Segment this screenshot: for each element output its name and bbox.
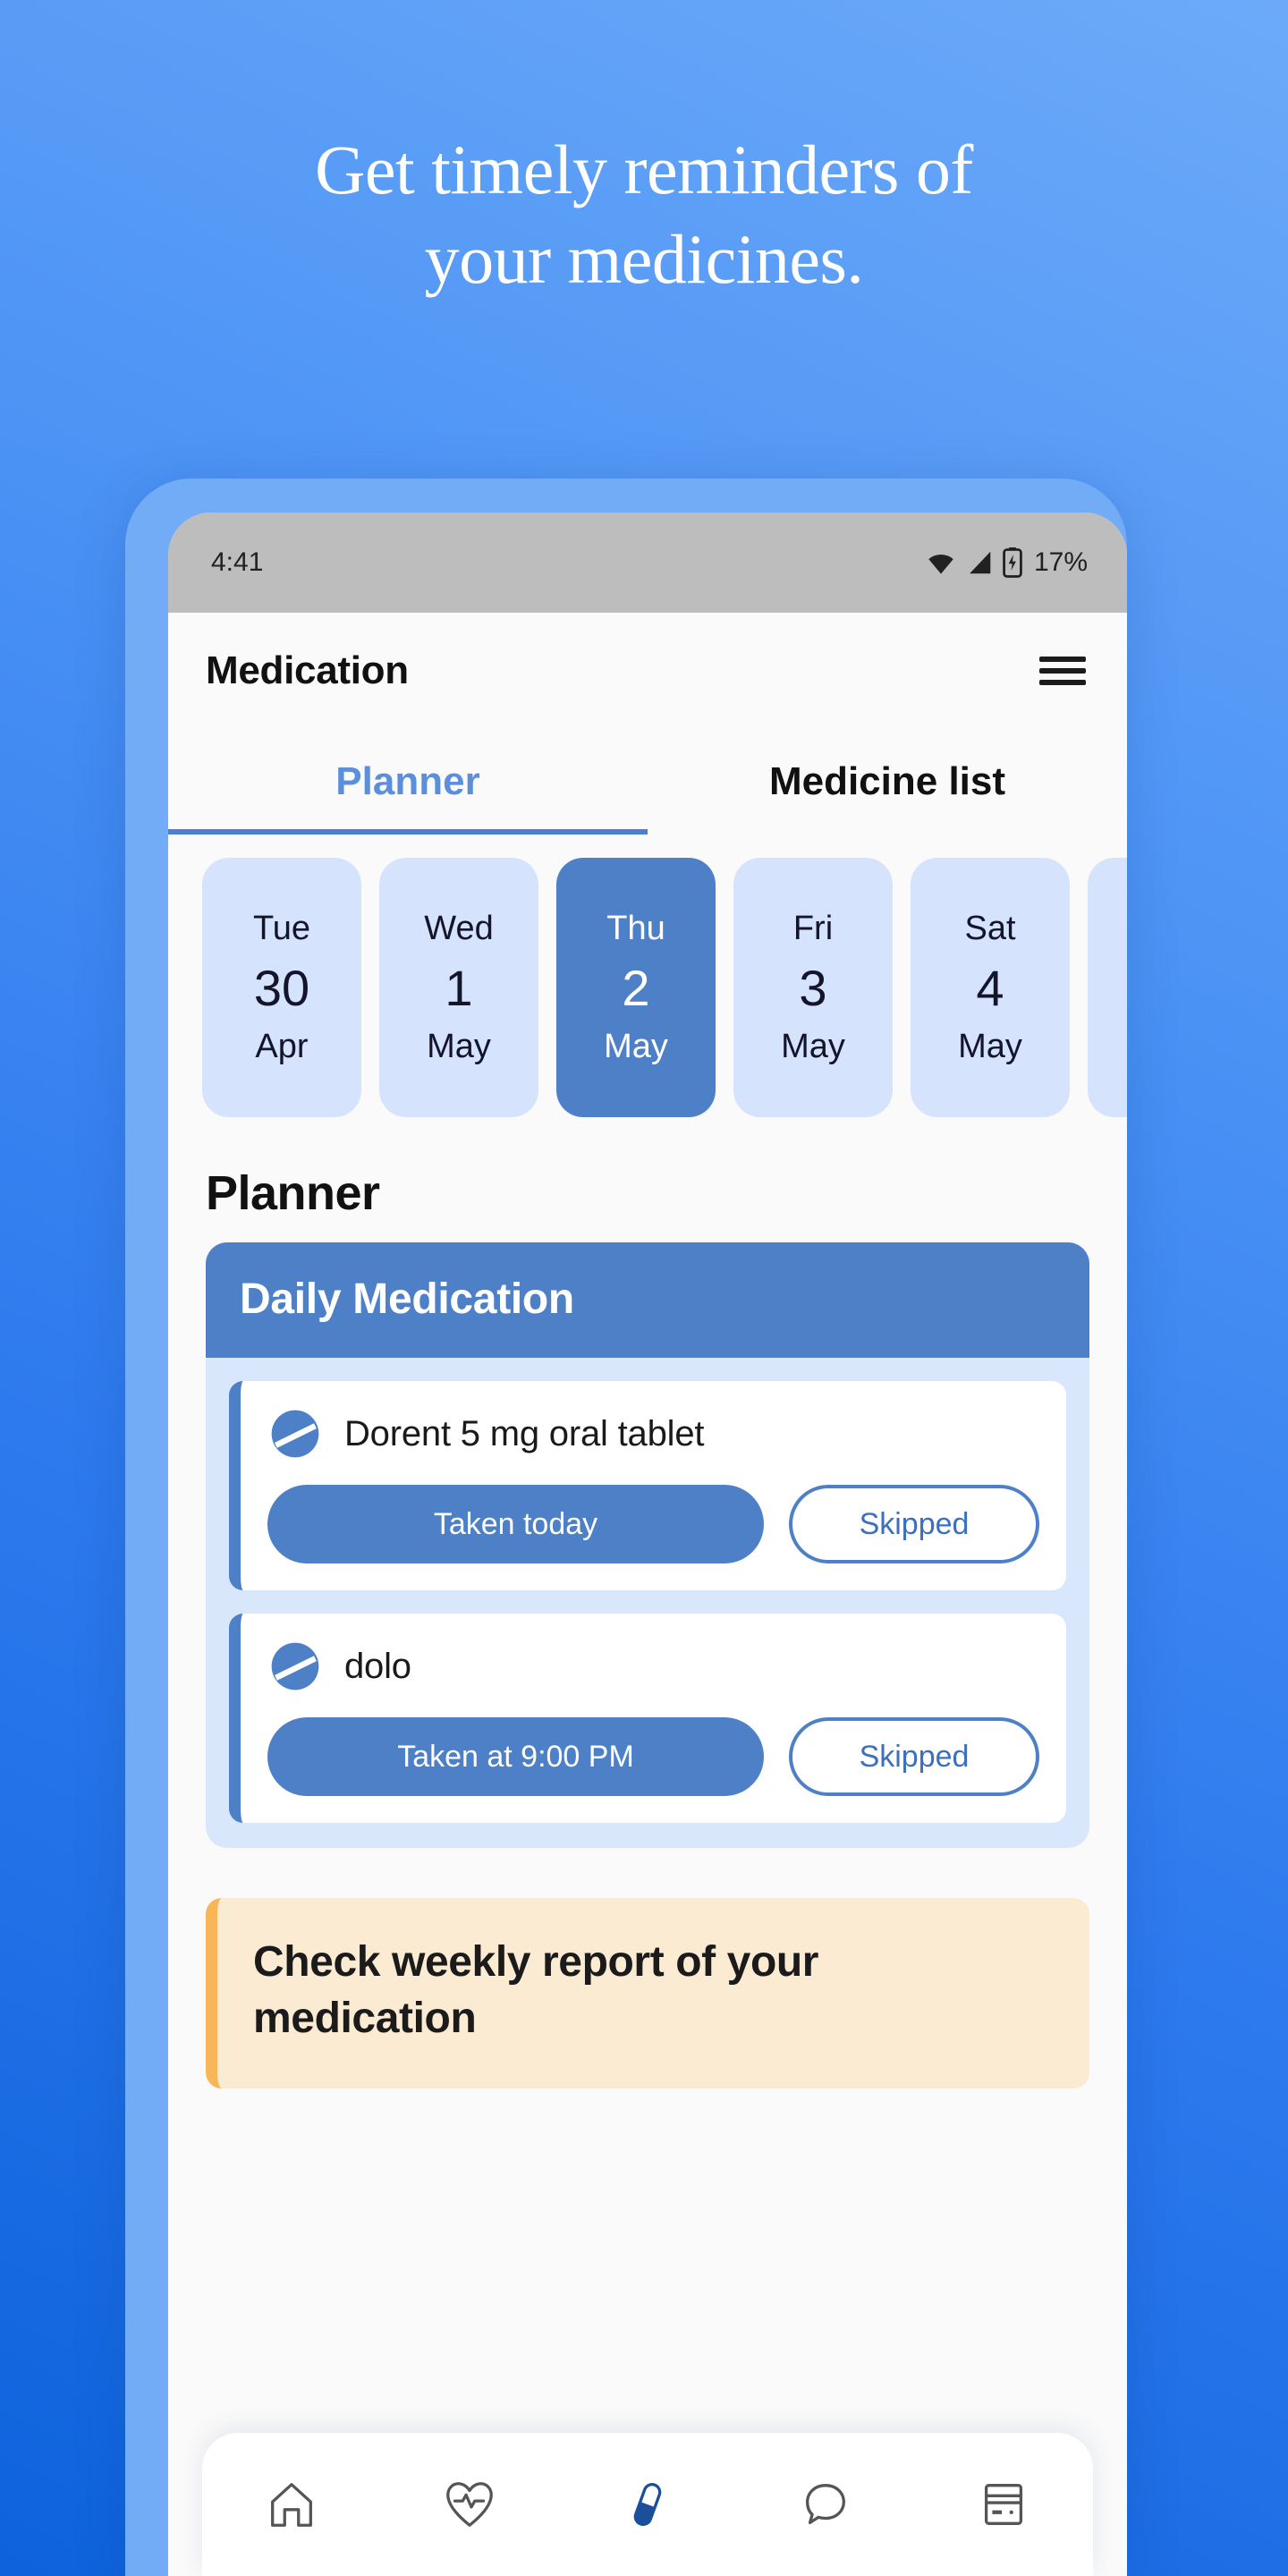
home-icon xyxy=(270,2483,312,2527)
hamburger-bar xyxy=(1039,668,1086,674)
date-chip-day: 1 xyxy=(445,959,473,1016)
tab-medicine-list-label: Medicine list xyxy=(768,759,1006,803)
section-title: Planner xyxy=(168,1139,1127,1242)
pill-icon xyxy=(271,1642,319,1690)
medication-row[interactable]: Dorent 5 mg oral tablet Taken today Skip… xyxy=(229,1381,1066,1590)
date-chip-month: May xyxy=(781,1027,845,1065)
status-bar-indicators: 17% xyxy=(926,547,1088,578)
date-chip-dow: Tue xyxy=(252,909,311,947)
date-chip-day: 30 xyxy=(253,959,310,1016)
skipped-button[interactable]: Skipped xyxy=(789,1485,1039,1563)
status-bar: 4:41 17% xyxy=(168,513,1127,613)
date-chip-dow: Sat xyxy=(964,909,1016,947)
nav-item-home[interactable] xyxy=(238,2451,345,2558)
medication-actions: Taken today Skipped xyxy=(267,1485,1039,1563)
date-chip-month: Apr xyxy=(255,1027,309,1065)
pill-capsule-icon xyxy=(633,2482,662,2527)
nav-item-card[interactable] xyxy=(950,2451,1057,2558)
taken-button[interactable]: Taken today xyxy=(267,1485,764,1563)
date-chip[interactable]: Sat 4 May xyxy=(911,858,1070,1117)
tab-bar: Planner Medicine list xyxy=(168,729,1127,835)
hamburger-bar xyxy=(1039,680,1086,685)
nav-item-health[interactable] xyxy=(416,2451,523,2558)
heart-pulse-icon xyxy=(445,2482,493,2527)
phone-screen: 4:41 17% Medication Planner Medicine lis… xyxy=(168,513,1127,2576)
date-chip-day: 4 xyxy=(976,959,1004,1016)
cellular-signal-icon xyxy=(970,551,991,574)
date-chip[interactable]: Tue 30 Apr xyxy=(202,858,361,1117)
date-chip[interactable]: Wed 1 May xyxy=(379,858,538,1117)
date-chip-selected[interactable]: Thu 2 May xyxy=(556,858,716,1117)
daily-medication-header: Daily Medication xyxy=(206,1242,1089,1358)
phone-frame: 4:41 17% Medication Planner Medicine lis… xyxy=(125,479,1127,2576)
nav-item-chat[interactable] xyxy=(772,2451,879,2558)
hero-headline-line-1: Get timely reminders of xyxy=(315,131,973,208)
medication-row[interactable]: dolo Taken at 9:00 PM Skipped xyxy=(229,1614,1066,1823)
status-bar-time: 4:41 xyxy=(211,547,264,577)
hero-headline: Get timely reminders of your medicines. xyxy=(0,125,1288,304)
date-chip-month: May xyxy=(958,1027,1022,1065)
card-icon xyxy=(985,2484,1023,2525)
tab-medicine-list[interactable]: Medicine list xyxy=(648,729,1127,835)
weekly-report-banner[interactable]: Check weekly report of your medication xyxy=(206,1898,1089,2089)
app-bar: Medication xyxy=(168,613,1127,729)
medication-row-header: Dorent 5 mg oral tablet xyxy=(267,1406,1039,1485)
date-chip-day: 2 xyxy=(622,959,650,1016)
date-chip-dow: Fri xyxy=(792,909,834,947)
date-strip[interactable]: Tue 30 Apr Wed 1 May Thu 2 May Fri 3 May… xyxy=(168,835,1127,1139)
tab-planner[interactable]: Planner xyxy=(168,729,648,835)
date-chip-partial[interactable] xyxy=(1088,858,1127,1117)
planner-content: Daily Medication Dorent 5 mg oral tablet… xyxy=(168,1242,1127,2089)
skipped-button[interactable]: Skipped xyxy=(789,1717,1039,1796)
battery-charging-icon xyxy=(1003,547,1022,578)
chat-bubble-icon xyxy=(806,2484,846,2524)
taken-button[interactable]: Taken at 9:00 PM xyxy=(267,1717,764,1796)
hero-headline-line-2: your medicines. xyxy=(424,219,864,298)
page-title: Medication xyxy=(206,648,409,692)
nav-item-medication[interactable] xyxy=(594,2451,701,2558)
date-chip[interactable]: Fri 3 May xyxy=(733,858,893,1117)
battery-percent-label: 17% xyxy=(1033,547,1088,577)
wifi-icon xyxy=(928,554,953,574)
daily-medication-card: Daily Medication Dorent 5 mg oral tablet… xyxy=(206,1242,1089,1848)
medication-name: dolo xyxy=(344,1646,411,1686)
date-chip-day: 3 xyxy=(799,959,827,1016)
medication-row-header: dolo xyxy=(267,1639,1039,1717)
date-chip-dow: Thu xyxy=(606,909,665,947)
medication-actions: Taken at 9:00 PM Skipped xyxy=(267,1717,1039,1796)
pill-icon xyxy=(271,1410,319,1458)
date-chip-dow: Wed xyxy=(424,909,494,947)
medication-name: Dorent 5 mg oral tablet xyxy=(344,1413,705,1453)
tab-planner-label: Planner xyxy=(335,759,480,803)
medication-list: Dorent 5 mg oral tablet Taken today Skip… xyxy=(206,1358,1089,1848)
date-chip-month: May xyxy=(604,1027,668,1065)
hamburger-bar xyxy=(1039,657,1086,662)
bottom-navigation-bar xyxy=(202,2433,1093,2576)
date-chip-month: May xyxy=(427,1027,491,1065)
hamburger-menu-icon[interactable] xyxy=(1039,653,1086,689)
